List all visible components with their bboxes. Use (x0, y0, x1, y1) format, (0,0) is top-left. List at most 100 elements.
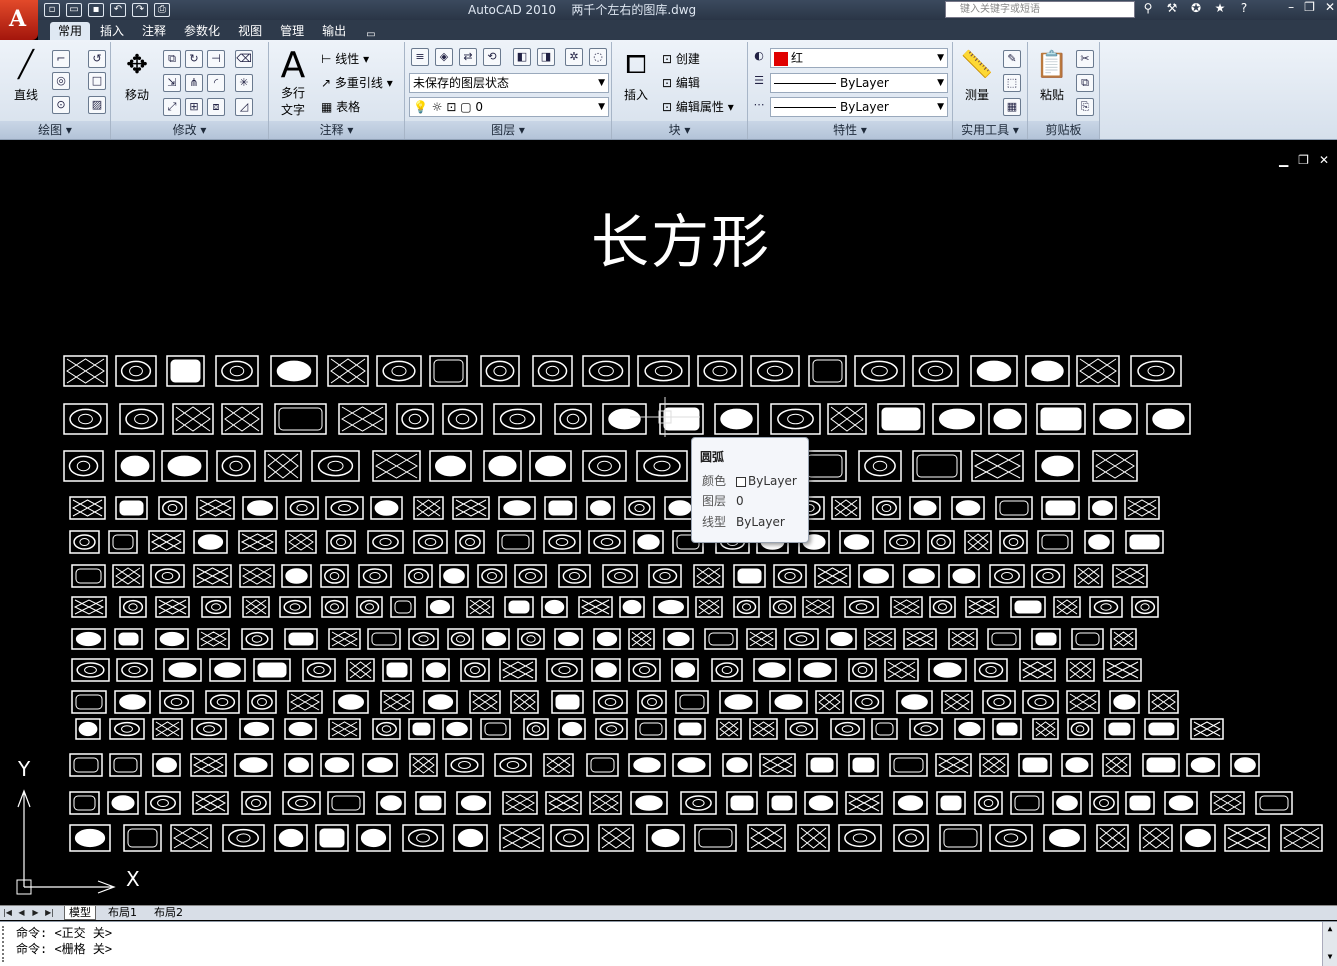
block-thumbnail[interactable] (872, 496, 901, 520)
tab-home[interactable]: 常用 (50, 22, 91, 40)
block-thumbnail[interactable] (633, 530, 664, 554)
block-thumbnail[interactable] (1089, 596, 1123, 618)
circle-icon[interactable]: ◎ (52, 72, 70, 90)
block-thumbnail[interactable] (504, 596, 534, 618)
block-thumbnail[interactable] (971, 450, 1024, 482)
block-thumbnail[interactable] (69, 824, 111, 852)
layer-state-select[interactable]: 未保存的图层状态 ▼ (409, 73, 609, 93)
block-thumbnail[interactable] (333, 690, 369, 714)
block-thumbnail[interactable] (494, 753, 532, 777)
layer-unisolate-icon[interactable]: ◨ (537, 48, 555, 66)
block-thumbnail[interactable] (242, 596, 270, 618)
block-thumbnail[interactable] (827, 403, 867, 435)
block-thumbnail[interactable] (838, 824, 882, 852)
quick-select-icon[interactable]: ✎ (1003, 50, 1021, 68)
block-thumbnail[interactable] (1074, 564, 1103, 588)
first-tab-icon[interactable]: |◀ (2, 907, 13, 919)
trim-icon[interactable]: ⊣ (207, 50, 225, 68)
block-thumbnail[interactable] (402, 824, 444, 852)
block-thumbnail[interactable] (719, 690, 758, 714)
block-thumbnail[interactable] (680, 791, 717, 815)
linear-dim-button[interactable]: ⊢ 线性 ▾ (321, 50, 369, 67)
block-thumbnail[interactable] (733, 564, 766, 588)
block-thumbnail[interactable] (158, 496, 187, 520)
block-thumbnail[interactable] (380, 690, 414, 714)
block-thumbnail[interactable] (285, 530, 317, 554)
block-thumbnail[interactable] (311, 450, 360, 482)
block-thumbnail[interactable] (1096, 824, 1129, 852)
copy-clip-icon[interactable]: ⧉ (1076, 74, 1094, 92)
modify-panel-label[interactable]: 修改 ▾ (111, 121, 268, 139)
block-thumbnail[interactable] (591, 658, 621, 682)
block-thumbnail[interactable] (830, 718, 865, 740)
block-thumbnail[interactable] (588, 530, 626, 554)
block-thumbnail[interactable] (1280, 824, 1323, 852)
block-thumbnail[interactable] (653, 596, 689, 618)
block-thumbnail[interactable] (152, 718, 183, 740)
block-thumbnail[interactable] (115, 496, 148, 520)
block-thumbnail[interactable] (201, 596, 231, 618)
block-thumbnail[interactable] (586, 753, 619, 777)
block-thumbnail[interactable] (1053, 596, 1081, 618)
block-thumbnail[interactable] (367, 530, 404, 554)
block-thumbnail[interactable] (711, 658, 743, 682)
annotation-panel-label[interactable]: 注释 ▾ (269, 121, 404, 139)
block-thumbnail[interactable] (107, 791, 139, 815)
block-thumbnail[interactable] (1067, 718, 1093, 740)
block-thumbnail[interactable] (797, 824, 830, 852)
block-panel-label[interactable]: 块 ▾ (612, 121, 747, 139)
block-thumbnail[interactable] (884, 658, 919, 682)
block-thumbnail[interactable] (152, 753, 181, 777)
tab-output[interactable]: 输出 (314, 22, 354, 40)
block-thumbnail[interactable] (909, 718, 943, 740)
block-thumbnail[interactable] (979, 753, 1009, 777)
block-thumbnail[interactable] (831, 496, 861, 520)
block-thumbnail[interactable] (1066, 658, 1095, 682)
block-thumbnail[interactable] (191, 718, 227, 740)
block-thumbnail[interactable] (241, 628, 273, 650)
block-thumbnail[interactable] (802, 450, 847, 482)
block-thumbnail[interactable] (285, 496, 319, 520)
block-thumbnail[interactable] (413, 530, 448, 554)
block-thumbnail[interactable] (1010, 791, 1044, 815)
block-thumbnail[interactable] (630, 791, 668, 815)
block-thumbnail[interactable] (1180, 824, 1216, 852)
block-thumbnail[interactable] (408, 628, 439, 650)
calculator-icon[interactable]: ▦ (1003, 98, 1021, 116)
explode-icon[interactable]: ✳ (235, 74, 253, 92)
paste-button[interactable]: 📋 粘贴 (1032, 46, 1072, 103)
block-thumbnail[interactable] (362, 753, 398, 777)
lineweight-select[interactable]: ByLayer ▼ (770, 73, 948, 93)
block-thumbnail[interactable] (773, 564, 807, 588)
block-thumbnail[interactable] (974, 791, 1003, 815)
block-thumbnail[interactable] (498, 496, 536, 520)
block-thumbnail[interactable] (205, 690, 240, 714)
block-thumbnail[interactable] (932, 403, 982, 435)
block-thumbnail[interactable] (482, 628, 510, 650)
block-thumbnail[interactable] (426, 596, 454, 618)
block-thumbnail[interactable] (1255, 791, 1293, 815)
block-thumbnail[interactable] (890, 596, 923, 618)
block-thumbnail[interactable] (589, 791, 622, 815)
save-icon[interactable]: ▪ (88, 3, 104, 17)
block-thumbnail[interactable] (112, 564, 144, 588)
block-thumbnail[interactable] (1131, 596, 1159, 618)
block-thumbnail[interactable] (358, 564, 392, 588)
block-thumbnail[interactable] (510, 690, 539, 714)
block-thumbnail[interactable] (69, 530, 100, 554)
block-thumbnail[interactable] (672, 753, 711, 777)
block-thumbnail[interactable] (1031, 628, 1061, 650)
block-thumbnail[interactable] (370, 496, 403, 520)
block-thumbnail[interactable] (954, 718, 985, 740)
block-thumbnail[interactable] (71, 628, 106, 650)
color-select[interactable]: 红 ▼ (770, 48, 948, 68)
block-thumbnail[interactable] (746, 628, 777, 650)
block-thumbnail[interactable] (989, 824, 1033, 852)
block-thumbnail[interactable] (114, 628, 143, 650)
clipboard-panel-label[interactable]: 剪贴板 (1028, 121, 1099, 139)
block-thumbnail[interactable] (469, 690, 501, 714)
block-thumbnail[interactable] (543, 753, 574, 777)
block-thumbnail[interactable] (460, 658, 490, 682)
mtext-button[interactable]: A 多行 文字 (275, 45, 311, 118)
block-thumbnail[interactable] (826, 628, 857, 650)
